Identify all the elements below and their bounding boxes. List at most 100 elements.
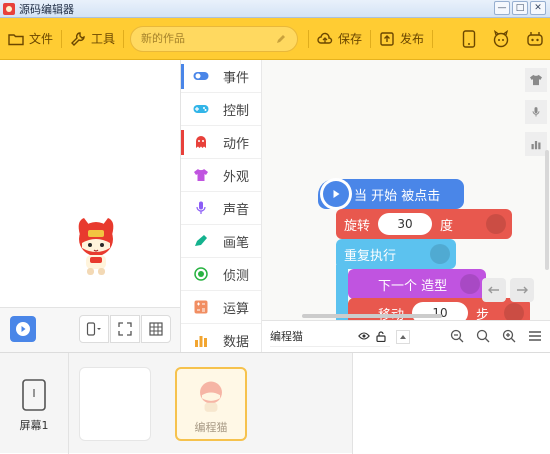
maximize-button[interactable]: □	[512, 1, 528, 15]
file-menu-button[interactable]: 文件	[0, 18, 61, 60]
category-looks[interactable]: 外观	[181, 159, 261, 192]
category-label: 运算	[223, 301, 250, 317]
tools-menu-button[interactable]: 工具	[62, 18, 123, 60]
window-title: 源码编辑器	[19, 2, 74, 16]
stage-toolbar	[0, 307, 180, 352]
publish-label: 发布	[400, 32, 425, 46]
save-label: 保存	[338, 32, 363, 46]
when-start-clicked-block[interactable]: 当 开始 被点击	[318, 178, 464, 210]
device-select-button[interactable]	[79, 315, 109, 343]
horizontal-scrollbar[interactable]	[302, 314, 442, 318]
microphone-icon	[196, 201, 206, 214]
category-data[interactable]: 数据	[181, 324, 261, 352]
category-pen[interactable]: 画笔	[181, 225, 261, 258]
unlock-icon[interactable]	[376, 330, 386, 342]
play-icon	[16, 322, 30, 336]
tools-menu-label: 工具	[91, 32, 116, 46]
script-workspace[interactable]: 当 开始 被点击 旋转 30 度 重复执行 下一个 造型 移动 10 步	[262, 60, 550, 320]
script-footer: 编程猫	[262, 320, 550, 352]
repeat-forever-block[interactable]: 重复执行	[336, 239, 456, 269]
category-event[interactable]: 事件	[181, 60, 261, 93]
zoom-out-icon	[450, 329, 464, 343]
category-sensing[interactable]: 侦测	[181, 258, 261, 291]
folder-icon	[8, 33, 24, 45]
rotate-block[interactable]: 旋转 30 度	[336, 209, 512, 239]
toolbar-divider	[123, 29, 125, 48]
block-ghost-icon	[430, 244, 450, 264]
category-label: 数据	[223, 334, 250, 350]
zoom-controls	[448, 327, 544, 345]
collapse-button[interactable]	[396, 329, 410, 344]
category-label: 侦测	[223, 268, 250, 284]
redo-button[interactable]	[510, 278, 534, 302]
bar-chart-icon	[195, 336, 207, 347]
toggle-icon	[193, 72, 209, 80]
cloud-upload-icon	[317, 32, 333, 44]
sprite-card-empty[interactable]	[79, 367, 151, 441]
zoom-in-button[interactable]	[500, 327, 518, 345]
undo-button[interactable]	[482, 278, 506, 302]
zoom-reset-button[interactable]	[474, 327, 492, 345]
search-icon	[476, 329, 490, 343]
phone-preview-icon[interactable]	[462, 30, 476, 48]
eye-icon[interactable]	[358, 331, 370, 341]
sprite-character-image[interactable]	[72, 215, 120, 277]
stage-canvas[interactable]	[0, 60, 180, 307]
block-unit: 度	[440, 218, 454, 234]
calculator-icon	[194, 300, 208, 314]
tshirt-icon	[194, 169, 208, 181]
block-categories: 事件 控制 动作 外观 声音 画笔 侦测 运算 数据	[180, 60, 262, 352]
sprite-thumbnail-image	[200, 381, 222, 412]
mascot-icon[interactable]	[492, 30, 510, 48]
caret-up-icon	[400, 334, 406, 339]
project-name-field[interactable]	[130, 25, 299, 52]
category-label: 事件	[223, 70, 250, 86]
data-tab[interactable]	[525, 132, 547, 156]
next-costume-block[interactable]: 下一个 造型	[348, 269, 486, 299]
minimize-button[interactable]: —	[494, 1, 510, 15]
grid-toggle-button[interactable]	[141, 315, 171, 343]
close-button[interactable]: ✕	[530, 1, 546, 15]
tshirt-icon	[530, 74, 542, 86]
category-label: 控制	[223, 103, 250, 119]
costume-tab[interactable]	[525, 68, 547, 92]
category-motion[interactable]: 动作	[181, 126, 261, 159]
screen-item[interactable]: 屏幕1	[12, 379, 56, 433]
sound-tab[interactable]	[525, 100, 547, 124]
block-ghost-icon	[504, 303, 524, 320]
panel-right-area	[352, 353, 550, 454]
category-operators[interactable]: 运算	[181, 291, 261, 324]
microphone-icon	[532, 107, 540, 117]
fullscreen-icon	[118, 322, 132, 336]
repeat-block-arm	[336, 265, 348, 320]
redo-icon	[517, 286, 528, 294]
zoom-out-button[interactable]	[448, 327, 466, 345]
sprite-card-name: 编程猫	[194, 421, 228, 434]
robot-icon[interactable]	[526, 30, 544, 48]
sprite-card-selected[interactable]: 编程猫	[175, 367, 247, 441]
save-button[interactable]: 保存	[309, 18, 370, 60]
block-unit: 步	[476, 307, 490, 321]
undo-icon	[488, 286, 499, 294]
grid-icon	[149, 322, 163, 336]
block-text: 重复执行	[344, 248, 397, 264]
app-logo-icon	[3, 2, 15, 15]
block-text: 旋转	[344, 218, 371, 234]
toolbar-divider	[432, 29, 434, 48]
block-text: 下一个 造型	[378, 278, 448, 294]
rotate-value-input[interactable]: 30	[378, 213, 433, 235]
menu-button[interactable]	[526, 327, 544, 345]
category-control[interactable]: 控制	[181, 93, 261, 126]
project-name-input[interactable]	[141, 32, 262, 45]
zoom-in-icon	[502, 329, 516, 343]
sprite-selector[interactable]: 编程猫	[270, 327, 390, 347]
publish-button[interactable]: 发布	[371, 18, 432, 60]
category-sound[interactable]: 声音	[181, 192, 261, 225]
fullscreen-button[interactable]	[110, 315, 140, 343]
ghost-icon	[196, 136, 206, 148]
toolbar-right-icons	[462, 18, 544, 60]
block-text: 当 开始 被点击	[354, 188, 441, 204]
run-button[interactable]	[10, 316, 36, 342]
publish-icon	[380, 31, 394, 46]
vertical-scrollbar[interactable]	[545, 150, 549, 270]
